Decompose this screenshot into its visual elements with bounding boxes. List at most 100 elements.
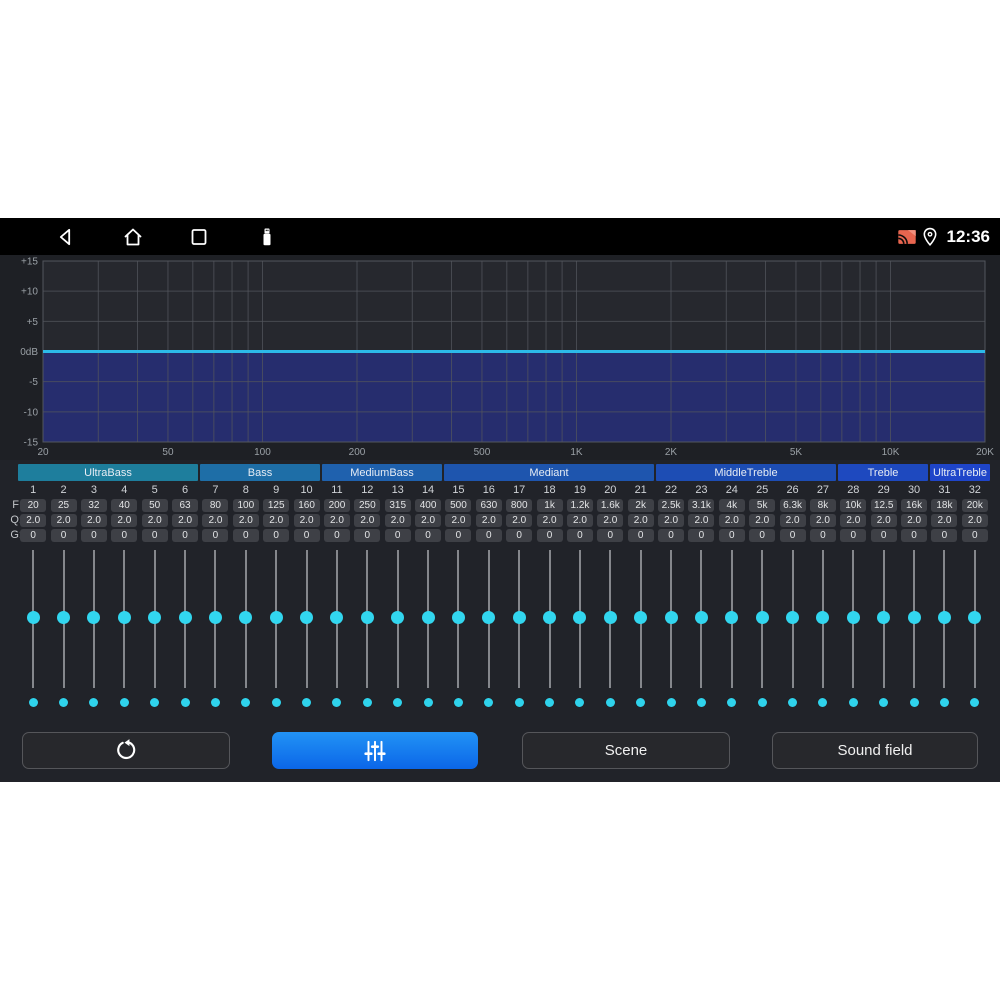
band-dot[interactable]: [727, 698, 737, 707]
band-g-value[interactable]: 0: [172, 529, 199, 542]
band-f-value[interactable]: 630: [475, 499, 502, 512]
band-q-value[interactable]: 2.0: [475, 514, 502, 527]
band-dot[interactable]: [393, 698, 403, 707]
band-q-value[interactable]: 2.0: [961, 514, 988, 527]
band-f-value[interactable]: 5k: [749, 499, 776, 512]
band-f-value[interactable]: 12.5: [870, 499, 897, 512]
band-g-value[interactable]: 0: [840, 529, 867, 542]
band-f-value[interactable]: 10k: [840, 499, 867, 512]
equalizer-button[interactable]: [272, 732, 478, 769]
band-dot[interactable]: [636, 698, 646, 707]
slider-thumb[interactable]: [846, 610, 860, 624]
scene-button[interactable]: Scene: [522, 732, 730, 769]
band-q-value[interactable]: 2.0: [172, 514, 199, 527]
band-q-value[interactable]: 2.0: [566, 514, 593, 527]
band-f-value[interactable]: 160: [293, 499, 320, 512]
band-g-value[interactable]: 0: [50, 529, 77, 542]
band-f-value[interactable]: 2k: [627, 499, 654, 512]
slider-thumb[interactable]: [178, 610, 192, 624]
band-f-value[interactable]: 20: [20, 499, 47, 512]
band-dot[interactable]: [484, 698, 494, 707]
slider-thumb[interactable]: [634, 610, 648, 624]
band-q-value[interactable]: 2.0: [232, 514, 259, 527]
band-f-value[interactable]: 20k: [961, 499, 988, 512]
band-dot[interactable]: [302, 698, 312, 707]
band-dot[interactable]: [696, 698, 706, 707]
band-f-value[interactable]: 50: [141, 499, 168, 512]
slider-thumb[interactable]: [725, 610, 739, 624]
slider-thumb[interactable]: [786, 610, 800, 624]
band-dot[interactable]: [605, 698, 615, 707]
band-f-value[interactable]: 32: [80, 499, 107, 512]
home-icon[interactable]: [121, 225, 145, 249]
band-q-value[interactable]: 2.0: [627, 514, 654, 527]
band-q-value[interactable]: 2.0: [749, 514, 776, 527]
band-g-value[interactable]: 0: [961, 529, 988, 542]
band-dot[interactable]: [362, 698, 372, 707]
slider-thumb[interactable]: [330, 610, 344, 624]
band-f-value[interactable]: 800: [506, 499, 533, 512]
band-f-value[interactable]: 40: [111, 499, 138, 512]
slider-thumb[interactable]: [543, 610, 557, 624]
band-g-value[interactable]: 0: [415, 529, 442, 542]
band-q-value[interactable]: 2.0: [536, 514, 563, 527]
slider-thumb[interactable]: [421, 610, 435, 624]
band-f-value[interactable]: 63: [172, 499, 199, 512]
band-g-value[interactable]: 0: [506, 529, 533, 542]
band-q-value[interactable]: 2.0: [506, 514, 533, 527]
band-f-value[interactable]: 1.6k: [597, 499, 624, 512]
slider-thumb[interactable]: [755, 610, 769, 624]
slider-thumb[interactable]: [87, 610, 101, 624]
slider-thumb[interactable]: [360, 610, 374, 624]
band-q-value[interactable]: 2.0: [779, 514, 806, 527]
band-dot[interactable]: [59, 698, 69, 707]
band-f-value[interactable]: 80: [202, 499, 229, 512]
slider-thumb[interactable]: [451, 610, 465, 624]
band-g-value[interactable]: 0: [718, 529, 745, 542]
slider-thumb[interactable]: [512, 610, 526, 624]
band-q-value[interactable]: 2.0: [931, 514, 958, 527]
band-dot[interactable]: [970, 698, 980, 707]
band-f-value[interactable]: 4k: [718, 499, 745, 512]
band-f-value[interactable]: 250: [354, 499, 381, 512]
band-q-value[interactable]: 2.0: [202, 514, 229, 527]
band-q-value[interactable]: 2.0: [263, 514, 290, 527]
slider-thumb[interactable]: [603, 610, 617, 624]
band-q-value[interactable]: 2.0: [111, 514, 138, 527]
band-q-value[interactable]: 2.0: [20, 514, 47, 527]
band-f-value[interactable]: 18k: [931, 499, 958, 512]
band-dot[interactable]: [757, 698, 767, 707]
band-dot[interactable]: [939, 698, 949, 707]
band-f-value[interactable]: 1k: [536, 499, 563, 512]
band-q-value[interactable]: 2.0: [597, 514, 624, 527]
slider-thumb[interactable]: [968, 610, 982, 624]
band-dot[interactable]: [119, 698, 129, 707]
reset-button[interactable]: [22, 732, 230, 769]
slider-thumb[interactable]: [148, 610, 162, 624]
band-dot[interactable]: [210, 698, 220, 707]
slider-thumb[interactable]: [816, 610, 830, 624]
slider-thumb[interactable]: [300, 610, 314, 624]
band-g-value[interactable]: 0: [870, 529, 897, 542]
band-f-value[interactable]: 315: [384, 499, 411, 512]
slider-thumb[interactable]: [694, 610, 708, 624]
band-g-value[interactable]: 0: [627, 529, 654, 542]
band-q-value[interactable]: 2.0: [840, 514, 867, 527]
band-g-value[interactable]: 0: [263, 529, 290, 542]
slider-thumb[interactable]: [269, 610, 283, 624]
slider-thumb[interactable]: [937, 610, 951, 624]
band-f-value[interactable]: 2.5k: [658, 499, 685, 512]
band-dot[interactable]: [909, 698, 919, 707]
band-g-value[interactable]: 0: [141, 529, 168, 542]
band-g-value[interactable]: 0: [80, 529, 107, 542]
band-q-value[interactable]: 2.0: [688, 514, 715, 527]
band-g-value[interactable]: 0: [111, 529, 138, 542]
slider-thumb[interactable]: [208, 610, 222, 624]
band-dot[interactable]: [332, 698, 342, 707]
band-q-value[interactable]: 2.0: [384, 514, 411, 527]
band-q-value[interactable]: 2.0: [415, 514, 442, 527]
band-dot[interactable]: [271, 698, 281, 707]
band-g-value[interactable]: 0: [354, 529, 381, 542]
band-f-value[interactable]: 500: [445, 499, 472, 512]
band-f-value[interactable]: 25: [50, 499, 77, 512]
